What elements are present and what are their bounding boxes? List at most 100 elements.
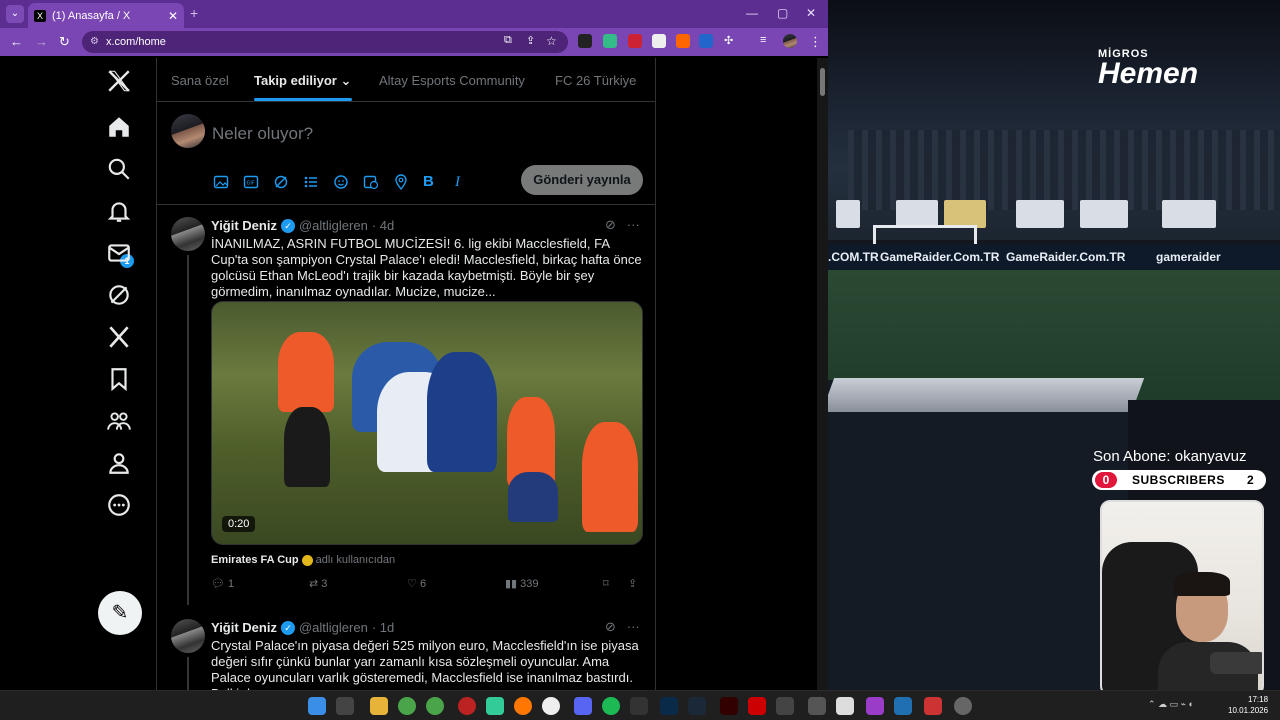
app-icon[interactable] xyxy=(336,697,354,715)
tab-fc26-turkiye[interactable]: FC 26 Türkiye xyxy=(555,73,636,88)
file-explorer-icon[interactable] xyxy=(370,697,388,715)
settings-icon[interactable] xyxy=(954,697,972,715)
app-icon[interactable] xyxy=(542,697,560,715)
browser-tab[interactable]: X (1) Anasayfa / X ✕ xyxy=(28,3,184,28)
more-options-icon[interactable]: ··· xyxy=(627,619,640,634)
tab-following[interactable]: Takip ediliyor ⌄ xyxy=(254,73,351,89)
post-button[interactable]: Gönderi yayınla xyxy=(521,165,643,195)
app-icon[interactable] xyxy=(630,697,648,715)
bold-icon[interactable]: B xyxy=(423,174,439,190)
profile-icon[interactable] xyxy=(106,450,132,476)
author-name[interactable]: Yiğit Deniz xyxy=(211,218,277,233)
extension-icon[interactable] xyxy=(578,34,592,48)
location-icon[interactable] xyxy=(393,174,409,191)
close-tab-icon[interactable]: ✕ xyxy=(168,9,178,23)
italic-icon[interactable]: I xyxy=(455,174,471,190)
extension-icon[interactable] xyxy=(699,34,713,48)
bookmark-button[interactable]: ⌑ xyxy=(603,577,609,590)
app-icon[interactable] xyxy=(808,697,826,715)
chrome-icon[interactable] xyxy=(426,697,444,715)
compose-post-button[interactable]: ✎ xyxy=(98,591,142,635)
system-tray[interactable]: ⌃ ☁ ▭ ⌁ ◐ xyxy=(1148,699,1194,710)
grok-icon[interactable]: ⊘ xyxy=(605,619,616,634)
extension-icon[interactable] xyxy=(603,34,617,48)
search-icon[interactable] xyxy=(106,156,132,182)
forward-icon[interactable]: → xyxy=(35,34,48,49)
mail-icon[interactable] xyxy=(106,240,132,266)
tab-search-icon[interactable]: ⌄ xyxy=(6,5,24,23)
source-name[interactable]: Emirates FA Cup xyxy=(211,554,299,566)
app-icon[interactable] xyxy=(894,697,912,715)
menu-icon[interactable]: ⋮ xyxy=(809,34,822,50)
emoji-icon[interactable] xyxy=(333,174,349,190)
acrobat-icon[interactable] xyxy=(748,697,766,715)
scrollbar-thumb[interactable] xyxy=(820,68,825,96)
compose-input[interactable]: Neler oluyor? xyxy=(212,124,313,144)
chrome-icon[interactable] xyxy=(398,697,416,715)
extension-icon[interactable] xyxy=(628,34,642,48)
author-handle[interactable]: @altligleren xyxy=(299,218,368,233)
spotify-icon[interactable] xyxy=(602,697,620,715)
tweet[interactable]: Yiğit Deniz ✓ @altligleren · 1d ⊘ ··· Cr… xyxy=(157,607,655,690)
tweet-avatar[interactable] xyxy=(171,619,205,653)
firefox-icon[interactable] xyxy=(514,697,532,715)
share-icon[interactable]: ⇪ xyxy=(526,34,535,47)
address-bar[interactable]: ⚙ x.com/home xyxy=(82,31,568,53)
communities-icon[interactable] xyxy=(106,408,132,434)
tab-for-you[interactable]: Sana özel xyxy=(171,73,229,88)
bookmark-icon[interactable] xyxy=(106,366,132,392)
grok-icon[interactable] xyxy=(273,174,289,190)
illustrator-icon[interactable] xyxy=(720,697,738,715)
opera-icon[interactable] xyxy=(458,697,476,715)
more-icon[interactable] xyxy=(106,492,132,518)
photoshop-icon[interactable] xyxy=(660,697,678,715)
x-premium-icon[interactable] xyxy=(106,324,132,350)
clock[interactable]: 17:18 10.01.2026 xyxy=(1228,694,1268,716)
author-handle[interactable]: @altligleren xyxy=(299,620,368,635)
tweet-time[interactable]: · 1d xyxy=(372,620,394,635)
install-app-icon[interactable]: ⧉ xyxy=(504,34,512,47)
tweet-video[interactable]: 0:20 xyxy=(211,301,643,545)
scrollbar[interactable] xyxy=(817,58,828,690)
grok-icon[interactable] xyxy=(106,282,132,308)
poll-icon[interactable] xyxy=(303,174,319,190)
app-icon[interactable] xyxy=(776,697,794,715)
extension-icon[interactable] xyxy=(652,34,666,48)
schedule-icon[interactable] xyxy=(363,174,379,190)
share-button[interactable]: ⇪ xyxy=(628,577,637,590)
back-icon[interactable]: ← xyxy=(10,34,23,49)
close-window-icon[interactable]: ✕ xyxy=(806,6,816,20)
more-options-icon[interactable]: ··· xyxy=(627,217,640,232)
reload-icon[interactable]: ↻ xyxy=(59,34,70,50)
reply-button[interactable]: 💬︎ 1 xyxy=(211,577,234,590)
tweet-avatar[interactable] xyxy=(171,217,205,251)
extensions-puzzle-icon[interactable]: ✣ xyxy=(724,34,733,47)
like-button[interactable]: ♡ 6 xyxy=(407,577,426,590)
gif-icon[interactable]: GIF xyxy=(243,174,259,190)
steam-icon[interactable] xyxy=(688,697,706,715)
profile-avatar[interactable] xyxy=(783,34,797,48)
app-icon[interactable] xyxy=(836,697,854,715)
grok-icon[interactable]: ⊘ xyxy=(605,217,616,232)
app-icon[interactable] xyxy=(924,697,942,715)
image-icon[interactable] xyxy=(213,174,229,190)
x-logo-icon[interactable] xyxy=(106,68,132,94)
bookmark-star-icon[interactable]: ☆ xyxy=(546,34,557,48)
maximize-icon[interactable]: ▢ xyxy=(777,6,788,20)
minimize-icon[interactable]: — xyxy=(746,6,758,20)
bell-icon[interactable] xyxy=(106,198,132,224)
discord-icon[interactable] xyxy=(574,697,592,715)
tweet[interactable]: Yiğit Deniz ✓ @altligleren · 4d ⊘ ··· İN… xyxy=(157,205,655,605)
repost-button[interactable]: ⇄ 3 xyxy=(309,577,327,590)
site-info-icon[interactable]: ⚙ xyxy=(90,31,99,53)
author-name[interactable]: Yiğit Deniz xyxy=(211,620,277,635)
tab-altay-esports[interactable]: Altay Esports Community xyxy=(379,73,525,88)
reading-list-icon[interactable]: ≡ xyxy=(760,34,766,46)
start-icon[interactable] xyxy=(308,697,326,715)
home-icon[interactable] xyxy=(106,114,132,140)
extension-icon[interactable] xyxy=(676,34,690,48)
new-tab-icon[interactable]: + xyxy=(190,5,198,21)
app-icon[interactable] xyxy=(866,697,884,715)
views-button[interactable]: ▮▮ 339 xyxy=(505,577,539,590)
app-icon[interactable] xyxy=(486,697,504,715)
